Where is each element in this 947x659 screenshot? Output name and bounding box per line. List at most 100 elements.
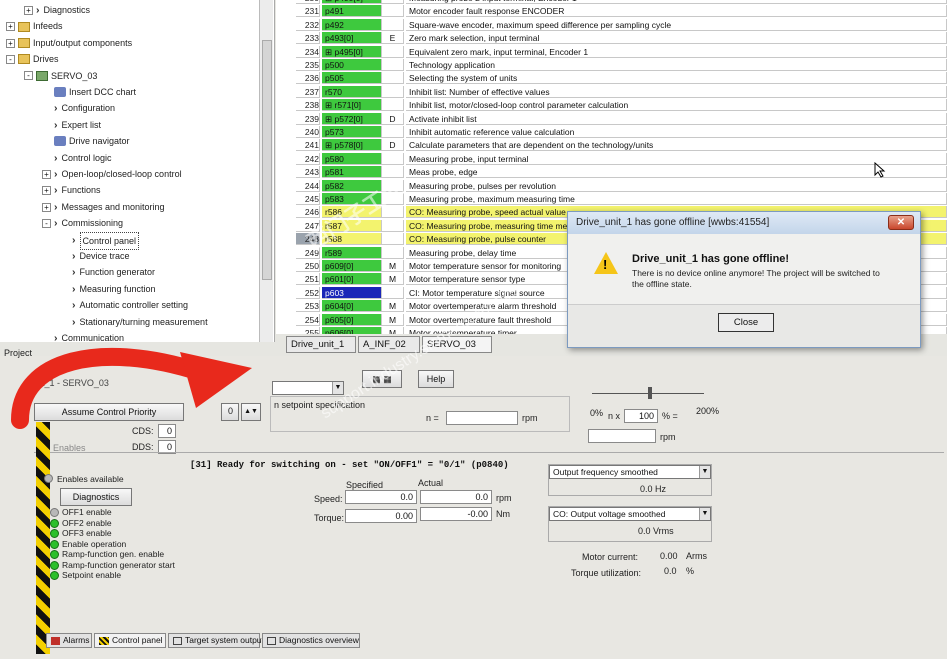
- torque-specified-field: 0.00: [345, 509, 417, 523]
- output-frequency-select[interactable]: Output frequency smoothed ▼: [549, 465, 711, 479]
- param-row[interactable]: 234 ⊞ p495[0] Equivalent zero mark, input …: [276, 45, 947, 58]
- param-param-cell[interactable]: p491: [322, 5, 382, 18]
- param-param-cell[interactable]: r570: [322, 85, 382, 98]
- param-param-cell[interactable]: p580: [322, 152, 382, 165]
- param-row[interactable]: 233 p493[0] E Zero mark selection, input te…: [276, 32, 947, 45]
- tree-item-stationary-turning-measurement[interactable]: › Stationary/turning measurement: [60, 314, 208, 330]
- tree-item-infeeds[interactable]: + Infeeds: [6, 18, 63, 34]
- tree-item-expert-list[interactable]: › Expert list: [42, 117, 101, 133]
- tree-item-function-generator[interactable]: › Function generator: [60, 264, 155, 280]
- param-param-cell[interactable]: p603: [322, 286, 382, 299]
- param-param-cell[interactable]: ⊞ p572[0]: [322, 112, 382, 125]
- tree-item-open-loop-closed-loop-control[interactable]: + › Open-loop/closed-loop control: [42, 166, 182, 182]
- param-param-cell[interactable]: p500: [322, 59, 382, 71]
- tree-item-control-logic[interactable]: › Control logic: [42, 150, 112, 166]
- param-param-cell[interactable]: r589: [322, 246, 382, 259]
- param-acc-cell: [382, 59, 404, 71]
- close-button[interactable]: Close: [718, 313, 774, 332]
- expand-icon[interactable]: +: [24, 5, 33, 15]
- expand-icon[interactable]: +: [42, 202, 51, 212]
- param-param-cell[interactable]: p493[0]: [322, 32, 382, 45]
- param-param-cell[interactable]: p601[0]: [322, 273, 382, 286]
- param-param-cell[interactable]: p605[0]: [322, 313, 382, 326]
- param-row[interactable]: 231 p491 Motor encoder fault response ENCO…: [276, 5, 947, 18]
- tab-alarms[interactable]: Alarms: [46, 633, 92, 648]
- tree-scrollbar[interactable]: [259, 0, 273, 342]
- param-num-cell: 232: [296, 18, 320, 31]
- param-param-cell[interactable]: ⊞ p495[0]: [322, 45, 382, 58]
- collapse-icon[interactable]: -: [6, 54, 15, 64]
- tree-item-diagnostics[interactable]: + › Diagnostics: [24, 2, 90, 18]
- tree-item-commissioning[interactable]: - › Commissioning: [42, 215, 123, 231]
- folder-icon: [18, 21, 30, 32]
- close-icon[interactable]: ✕: [888, 215, 914, 230]
- help-button[interactable]: Help: [418, 370, 454, 388]
- slider-handle[interactable]: [648, 387, 652, 399]
- assume-control-priority-button[interactable]: Assume Control Priority: [34, 403, 184, 421]
- tree-item-communication[interactable]: › Communication: [42, 330, 124, 342]
- n-label: n =: [426, 413, 439, 423]
- expand-icon[interactable]: +: [6, 38, 15, 48]
- param-row[interactable]: 242 p580 Measuring probe, input terminal: [276, 152, 947, 165]
- param-row[interactable]: 241 ⊞ p578[0] D Calculate parameters that a…: [276, 139, 947, 152]
- param-num-cell: 239: [296, 112, 320, 125]
- param-row[interactable]: 239 ⊞ p572[0] D Activate inhibit list: [276, 112, 947, 125]
- tree-item-functions[interactable]: + › Functions: [42, 182, 101, 198]
- tree-item-control-panel[interactable]: › Control panel: [60, 231, 140, 250]
- tree-item-drive-navigator[interactable]: Drive navigator: [42, 133, 130, 149]
- collapse-icon[interactable]: -: [42, 218, 51, 228]
- param-desc-cell: Inhibit list: Number of effective values: [406, 85, 947, 98]
- collapse-icon[interactable]: -: [24, 71, 33, 81]
- expand-icon[interactable]: +: [42, 186, 51, 196]
- enable-signal-label: OFF1 enable: [62, 507, 112, 517]
- param-param-cell[interactable]: p606[0]: [322, 327, 382, 334]
- param-param-cell[interactable]: p505: [322, 72, 382, 85]
- step-buttons[interactable]: ▲▼: [241, 403, 261, 421]
- param-row[interactable]: 240 p573 Inhibit automatic reference value…: [276, 126, 947, 138]
- diagnostics-button[interactable]: Diagnostics: [60, 488, 132, 506]
- override-percent-field[interactable]: 100: [624, 409, 658, 423]
- tree-item-input-output-components[interactable]: + Input/output components: [6, 35, 132, 51]
- output-voltage-select[interactable]: CO: Output voltage smoothed ▼: [549, 507, 711, 521]
- param-row[interactable]: 232 p492 Square-wave encoder, maximum spee…: [276, 18, 947, 31]
- param-param-cell[interactable]: ⊞ p578[0]: [322, 139, 382, 152]
- param-row[interactable]: 235 p500 Technology application: [276, 59, 947, 71]
- param-param-cell[interactable]: ⊞ r571[0]: [322, 99, 382, 112]
- param-row[interactable]: 230⊞ p490[0] Measuring probe 2 input term…: [276, 0, 947, 4]
- tree-item-automatic-controller-setting[interactable]: › Automatic controller setting: [60, 297, 188, 313]
- param-param-cell[interactable]: p492: [322, 18, 382, 31]
- tree-item-drives[interactable]: - Drives: [6, 51, 59, 67]
- expand-icon[interactable]: +: [6, 22, 15, 32]
- tab-control-panel[interactable]: Control panel: [94, 633, 166, 648]
- param-row[interactable]: 236 p505 Selecting the system of units: [276, 72, 947, 85]
- param-param-cell[interactable]: p581: [322, 166, 382, 179]
- tree-item-measuring-function[interactable]: › Measuring function: [60, 281, 156, 297]
- cds-field[interactable]: 0: [158, 424, 176, 438]
- tab-diagnostics-overview[interactable]: Diagnostics overview: [262, 633, 360, 648]
- param-desc-cell: Measuring probe, maximum measuring time: [406, 193, 947, 205]
- param-param-cell[interactable]: p573: [322, 126, 382, 138]
- tree-item-servo-03[interactable]: - SERVO_03: [24, 68, 97, 84]
- tree-item-configuration[interactable]: › Configuration: [42, 100, 115, 116]
- tree-item-messages-and-monitoring[interactable]: + › Messages and monitoring: [42, 199, 165, 215]
- panel-title: unit_1 - SERVO_03: [30, 378, 109, 388]
- scrollbar-thumb[interactable]: [262, 40, 272, 280]
- tree-item-device-trace[interactable]: › Device trace: [60, 248, 130, 264]
- mode-select[interactable]: ▼: [272, 381, 344, 395]
- tree-item-label: SERVO_03: [51, 70, 98, 81]
- param-param-cell[interactable]: ⊞ p490[0]: [322, 0, 382, 4]
- tree-item-insert-dcc-chart[interactable]: Insert DCC chart: [42, 84, 136, 100]
- tab-target-system-output[interactable]: Target system output: [168, 633, 264, 648]
- param-param-cell[interactable]: p604[0]: [322, 300, 382, 313]
- param-row[interactable]: 238 ⊞ r571[0] Inhibit list, motor/closed-l…: [276, 99, 947, 112]
- tree-item-label: Commissioning: [61, 218, 124, 229]
- param-row[interactable]: 243 p581 Meas probe, edge: [276, 166, 947, 179]
- tab-drive-unit-1[interactable]: Drive_unit_1: [286, 336, 356, 353]
- param-param-cell[interactable]: p609[0]: [322, 260, 382, 272]
- param-acc-cell: M: [382, 273, 404, 286]
- param-acc-cell: [382, 0, 404, 4]
- expand-icon[interactable]: +: [42, 169, 51, 179]
- speed-setpoint-field[interactable]: [446, 411, 518, 425]
- param-row[interactable]: 237 r570 Inhibit list: Number of effective…: [276, 85, 947, 98]
- specified-label: Specified: [346, 480, 384, 490]
